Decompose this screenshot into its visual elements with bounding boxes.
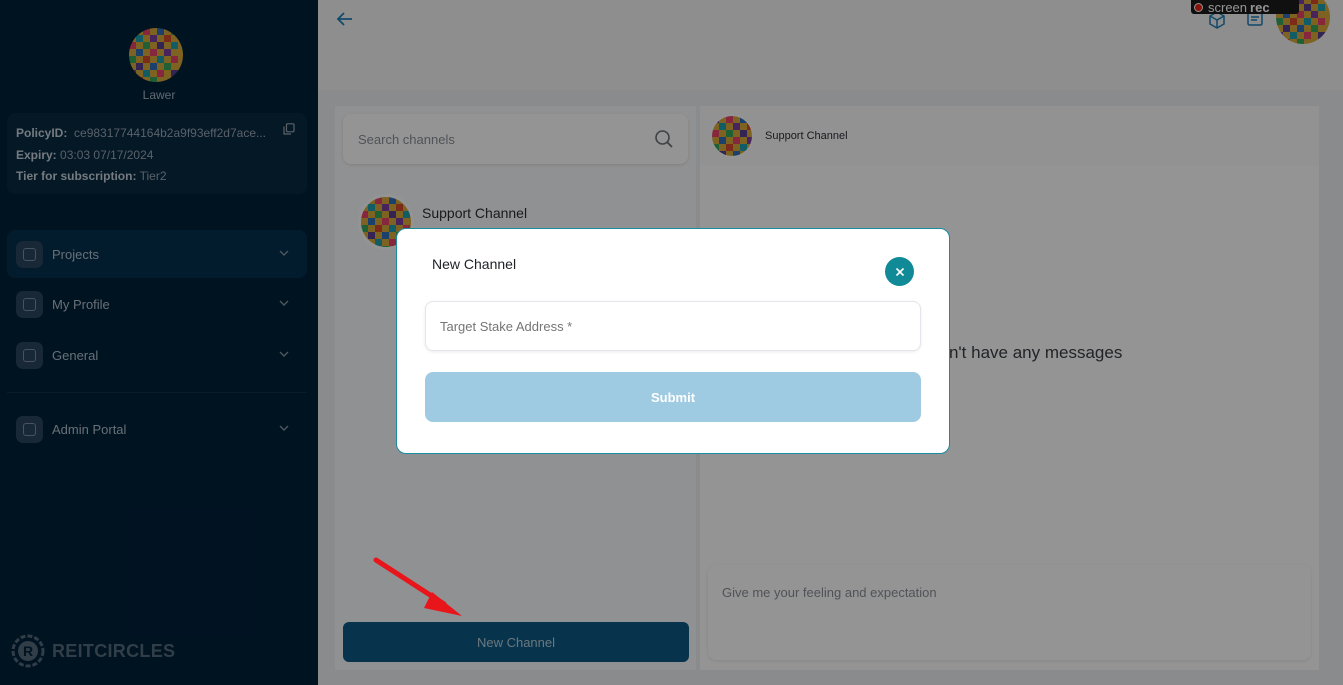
new-channel-modal: New Channel Submit xyxy=(396,228,950,454)
target-stake-address-input[interactable] xyxy=(425,301,921,351)
submit-button[interactable]: Submit xyxy=(425,372,921,422)
modal-title: New Channel xyxy=(432,256,517,272)
close-icon xyxy=(895,267,904,276)
annotation-arrow-icon xyxy=(373,557,462,616)
close-button[interactable] xyxy=(885,257,914,286)
